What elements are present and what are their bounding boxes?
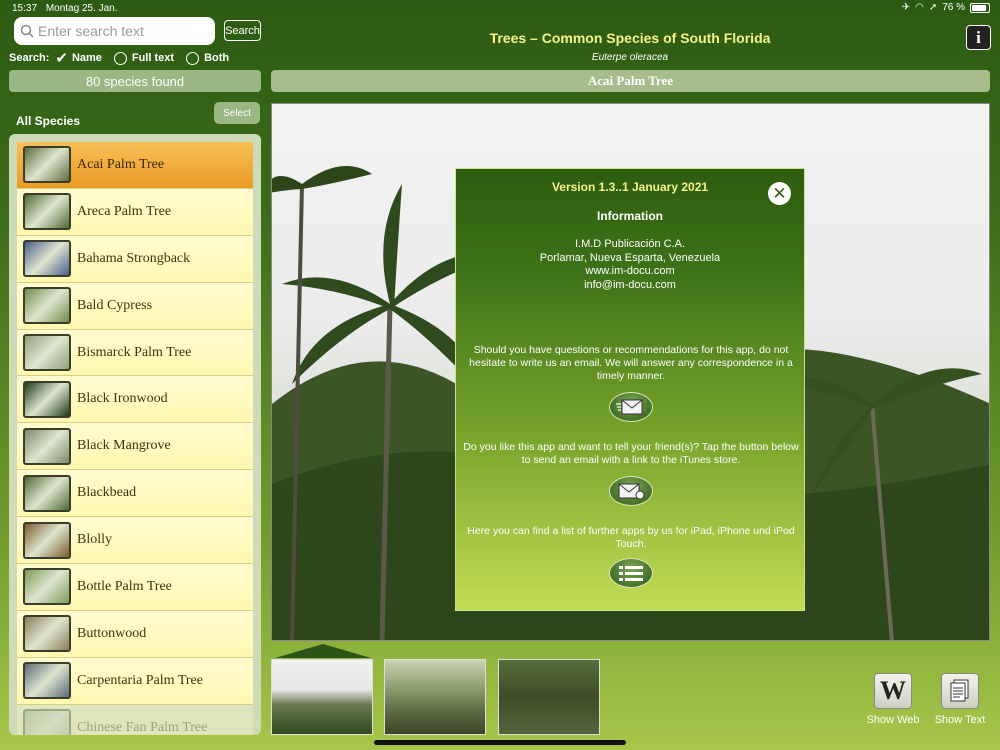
search-field[interactable] xyxy=(14,17,215,45)
close-icon[interactable]: ✕ xyxy=(768,182,791,205)
search-button[interactable]: Search xyxy=(224,20,261,41)
scientific-name: Euterpe oleracea xyxy=(591,52,669,63)
species-name: Acai Palm Tree xyxy=(77,156,165,172)
show-text-button[interactable] xyxy=(941,673,979,709)
search-options: Search: ✔ Name Full text Both xyxy=(9,49,241,67)
info-button[interactable]: i xyxy=(966,25,991,50)
search-label: Search: xyxy=(9,52,50,64)
document-icon xyxy=(950,679,969,702)
share-paragraph: Do you like this app and want to tell yo… xyxy=(463,441,799,467)
battery-percent: 76 % xyxy=(942,2,965,13)
share-button[interactable] xyxy=(609,476,653,506)
species-thumbnail xyxy=(23,662,71,700)
species-list-item[interactable]: Blolly xyxy=(17,517,253,565)
app-title: Trees – Common Species of South Florida xyxy=(489,30,771,46)
address-block: I.M.D Publicación C.A. Porlamar, Nueva E… xyxy=(456,238,804,292)
thumbnail-2[interactable] xyxy=(384,659,486,735)
status-bar: 15:37 Montag 25. Jan. ✈ ◠ ➚ 76 % xyxy=(0,0,1000,18)
species-thumbnail xyxy=(23,146,71,184)
status-date: Montag 25. Jan. xyxy=(45,3,118,14)
search-option-fulltext[interactable]: Full text xyxy=(113,51,174,65)
species-name: Areca Palm Tree xyxy=(77,203,172,219)
more-apps-button[interactable] xyxy=(609,558,653,588)
contact-paragraph: Should you have questions or recommendat… xyxy=(469,344,793,383)
species-thumbnail xyxy=(23,287,71,325)
species-name: Bismarck Palm Tree xyxy=(77,344,192,360)
version-text: Version 1.3..1 January 2021 xyxy=(551,180,709,194)
list-title: All Species xyxy=(16,114,81,128)
species-list-item[interactable]: Bald Cypress xyxy=(17,282,253,330)
species-list-item[interactable]: Carpentaria Palm Tree xyxy=(17,657,253,705)
location-icon: ➚ xyxy=(928,2,938,13)
species-name: Bahama Strongback xyxy=(77,250,191,266)
home-indicator[interactable] xyxy=(374,740,626,745)
species-title: Acai Palm Tree xyxy=(271,70,990,92)
select-button[interactable]: Select xyxy=(214,102,260,124)
radio-icon xyxy=(186,51,200,65)
species-list-item[interactable]: Bottle Palm Tree xyxy=(17,564,253,611)
email-button[interactable] xyxy=(609,392,653,422)
search-icon xyxy=(20,24,34,38)
species-name: Bald Cypress xyxy=(77,297,153,313)
dialog-title: Information xyxy=(597,209,663,223)
company-website[interactable]: www.im-docu.com xyxy=(456,265,804,279)
species-count: 80 species found xyxy=(9,70,261,92)
species-thumbnail xyxy=(23,240,71,278)
species-thumbnail xyxy=(23,380,71,418)
species-list-item[interactable]: Bahama Strongback xyxy=(17,235,253,283)
show-web-label: Show Web xyxy=(866,714,920,726)
species-list-panel[interactable]: Acai Palm Tree Areca Palm Tree Bahama Stro… xyxy=(9,134,261,735)
radio-icon xyxy=(113,51,127,65)
species-thumbnail xyxy=(23,193,71,231)
species-thumbnail xyxy=(23,334,71,371)
species-thumbnail xyxy=(23,521,71,559)
status-time: 15:37 xyxy=(12,3,38,14)
species-name: Blackbead xyxy=(77,485,137,501)
wifi-icon: ◠ xyxy=(915,2,924,13)
species-list-item[interactable]: Bismarck Palm Tree xyxy=(17,329,253,377)
show-text-label: Show Text xyxy=(934,714,986,726)
species-name: Bottle Palm Tree xyxy=(77,578,172,594)
species-list-item[interactable]: Black Mangrove xyxy=(17,423,253,471)
species-list[interactable]: Acai Palm Tree Areca Palm Tree Bahama Stro… xyxy=(17,142,253,735)
company-location: Porlamar, Nueva Esparta, Venezuela xyxy=(539,251,721,264)
species-name: Black Ironwood xyxy=(77,391,168,407)
species-list-item[interactable]: Areca Palm Tree xyxy=(17,188,253,236)
thumbnail-1[interactable] xyxy=(271,659,373,735)
species-name: Black Mangrove xyxy=(77,438,171,454)
airplane-icon: ✈ xyxy=(901,2,911,13)
share-email-icon xyxy=(618,483,645,500)
envelope-icon xyxy=(616,399,643,415)
species-name: Buttonwood xyxy=(77,625,147,641)
search-input[interactable] xyxy=(38,23,208,39)
apps-paragraph: Here you can find a list of further apps… xyxy=(467,525,795,551)
battery-icon xyxy=(970,2,990,13)
info-dialog: Version 1.3..1 January 2021 ✕ Informatio… xyxy=(455,168,805,611)
species-thumbnail xyxy=(23,427,71,465)
species-thumbnail xyxy=(23,615,71,653)
checkmark-icon: ✔ xyxy=(55,50,68,67)
species-name: Blolly xyxy=(77,532,113,548)
species-thumbnail xyxy=(23,568,71,606)
species-list-item[interactable]: Chinese Fan Palm Tree xyxy=(17,704,253,735)
species-list-item[interactable]: Blackbead xyxy=(17,470,253,518)
thumbnail-3[interactable] xyxy=(498,659,600,735)
company-email[interactable]: info@im-docu.com xyxy=(456,279,804,293)
species-thumbnail xyxy=(23,474,71,512)
species-thumbnail xyxy=(23,709,71,735)
search-option-both[interactable]: Both xyxy=(186,51,229,65)
species-list-item[interactable]: Buttonwood xyxy=(17,610,253,658)
search-option-name[interactable]: ✔ Name xyxy=(49,49,102,67)
species-list-item[interactable]: Black Ironwood xyxy=(17,376,253,424)
company-name: I.M.D Publicación C.A. xyxy=(574,238,686,250)
species-list-item[interactable]: Acai Palm Tree xyxy=(17,142,253,189)
thumbnail-pointer xyxy=(275,644,371,658)
show-web-button[interactable]: W xyxy=(874,673,912,709)
species-name: Carpentaria Palm Tree xyxy=(77,672,203,688)
species-name: Chinese Fan Palm Tree xyxy=(77,719,208,735)
list-icon xyxy=(619,566,643,581)
